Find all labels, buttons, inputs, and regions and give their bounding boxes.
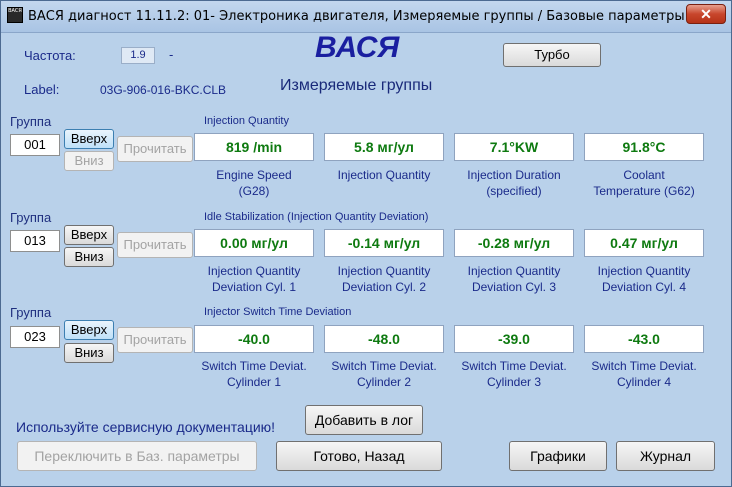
group-number-input[interactable]: 001	[10, 134, 60, 156]
group-title: Injection Quantity	[204, 115, 289, 127]
window-title: ВАСЯ диагност 11.11.2: 01- Электроника д…	[28, 9, 685, 24]
value-field-4: -43.0	[584, 325, 704, 353]
value-caption-4: Coolant Temperature (G62)	[593, 168, 695, 198]
value-caption-4: Switch Time Deviat. Cylinder 4	[591, 359, 697, 389]
close-button[interactable]: ✕	[686, 4, 726, 24]
value-caption-1: Engine Speed (G28)	[216, 168, 292, 198]
group-number-input[interactable]: 013	[10, 230, 60, 252]
value-field-1: 819 /min	[194, 133, 314, 161]
group-read-button[interactable]: Прочитать	[117, 327, 193, 353]
value-caption-2: Injection Quantity Deviation Cyl. 2	[337, 264, 431, 294]
value-field-1: -40.0	[194, 325, 314, 353]
turbo-button[interactable]: Турбо	[503, 43, 601, 67]
value-field-1: 0.00 мг/ул	[194, 229, 314, 257]
add-to-log-button[interactable]: Добавить в лог	[305, 405, 423, 435]
value-caption-4: Injection Quantity Deviation Cyl. 4	[597, 264, 691, 294]
value-caption-1: Switch Time Deviat. Cylinder 1	[201, 359, 307, 389]
app-window: ВАСЯ ВАСЯ диагност 11.11.2: 01- Электрон…	[0, 0, 732, 487]
service-notice: Используйте сервисную документацию!	[16, 419, 276, 435]
value-field-4: 91.8°C	[584, 133, 704, 161]
frequency-dash: -	[169, 47, 174, 62]
group-caption: Группа	[10, 305, 52, 320]
value-field-4: 0.47 мг/ул	[584, 229, 704, 257]
group-title: Idle Stabilization (Injection Quantity D…	[204, 211, 429, 223]
frequency-label: Частота:	[24, 48, 76, 63]
value-caption-3: Switch Time Deviat. Cylinder 3	[461, 359, 567, 389]
group-title: Injector Switch Time Deviation	[204, 306, 352, 318]
group-up-button[interactable]: Вверх	[64, 225, 114, 245]
group-caption: Группа	[10, 114, 52, 129]
value-caption-2: Switch Time Deviat. Cylinder 2	[331, 359, 437, 389]
group-up-button[interactable]: Вверх	[64, 320, 114, 340]
value-caption-1: Injection Quantity Deviation Cyl. 1	[207, 264, 301, 294]
value-field-3: -0.28 мг/ул	[454, 229, 574, 257]
journal-button[interactable]: Журнал	[616, 441, 715, 471]
value-field-3: -39.0	[454, 325, 574, 353]
label-caption: Label:	[24, 82, 60, 97]
value-field-2: -0.14 мг/ул	[324, 229, 444, 257]
main-panel: Частота: 1.9 - ВАСЯ Турбо Label: 03G-906…	[4, 31, 728, 484]
value-caption-3: Injection Duration (specified)	[467, 168, 561, 198]
group-caption: Группа	[10, 210, 52, 225]
group-read-button[interactable]: Прочитать	[117, 232, 193, 258]
value-field-3: 7.1°KW	[454, 133, 574, 161]
value-field-2: -48.0	[324, 325, 444, 353]
app-brand: ВАСЯ	[315, 31, 400, 64]
page-subtitle: Измеряемые группы	[280, 77, 433, 94]
group-read-button[interactable]: Прочитать	[117, 136, 193, 162]
switch-basic-params-button[interactable]: Переключить в Баз. параметры	[17, 441, 257, 471]
title-bar[interactable]: ВАСЯ ВАСЯ диагност 11.11.2: 01- Электрон…	[1, 1, 731, 33]
app-icon: ВАСЯ	[7, 7, 23, 23]
done-back-button[interactable]: Готово, Назад	[276, 441, 442, 471]
group-number-input[interactable]: 023	[10, 326, 60, 348]
group-down-button[interactable]: Вниз	[64, 151, 114, 171]
group-up-button[interactable]: Вверх	[64, 129, 114, 149]
value-caption-3: Injection Quantity Deviation Cyl. 3	[467, 264, 561, 294]
group-down-button[interactable]: Вниз	[64, 247, 114, 267]
charts-button[interactable]: Графики	[509, 441, 607, 471]
group-down-button[interactable]: Вниз	[64, 343, 114, 363]
value-caption-2: Injection Quantity	[337, 168, 431, 182]
value-field-2: 5.8 мг/ул	[324, 133, 444, 161]
label-file: 03G-906-016-BKC.CLB	[100, 83, 227, 97]
frequency-value: 1.9	[121, 47, 155, 64]
